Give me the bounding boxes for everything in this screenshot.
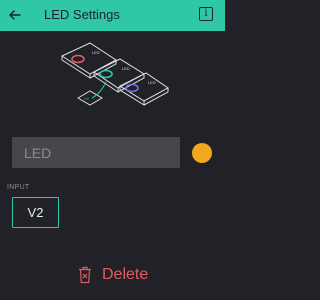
led-label-3: LED: [148, 80, 156, 85]
info-icon: i: [204, 8, 208, 19]
delete-label: Delete: [102, 266, 149, 283]
input-section-label: INPUT: [7, 184, 30, 191]
led-illustration: LED LED LED V2: [60, 42, 169, 106]
trash-icon: [79, 266, 91, 284]
led-red: [71, 54, 85, 64]
led-green: [99, 69, 113, 79]
led-label-2: LED: [122, 66, 130, 71]
led-blue: [125, 83, 139, 93]
delete-button[interactable]: Delete: [78, 264, 148, 286]
color-picker-swatch[interactable]: [192, 143, 212, 163]
pin-value: V2: [27, 205, 44, 220]
page-title: LED Settings: [44, 7, 120, 22]
info-button[interactable]: i: [199, 7, 213, 21]
led-label-1: LED: [92, 50, 100, 55]
arrow-left-icon: [9, 10, 21, 20]
pin-select-button[interactable]: V2: [12, 197, 59, 228]
led-name-field[interactable]: [12, 137, 180, 168]
wire-tag: V2: [84, 96, 90, 101]
led-name-input[interactable]: [12, 137, 180, 168]
app-bar: LED Settings i: [0, 0, 225, 31]
back-button[interactable]: [6, 7, 24, 23]
